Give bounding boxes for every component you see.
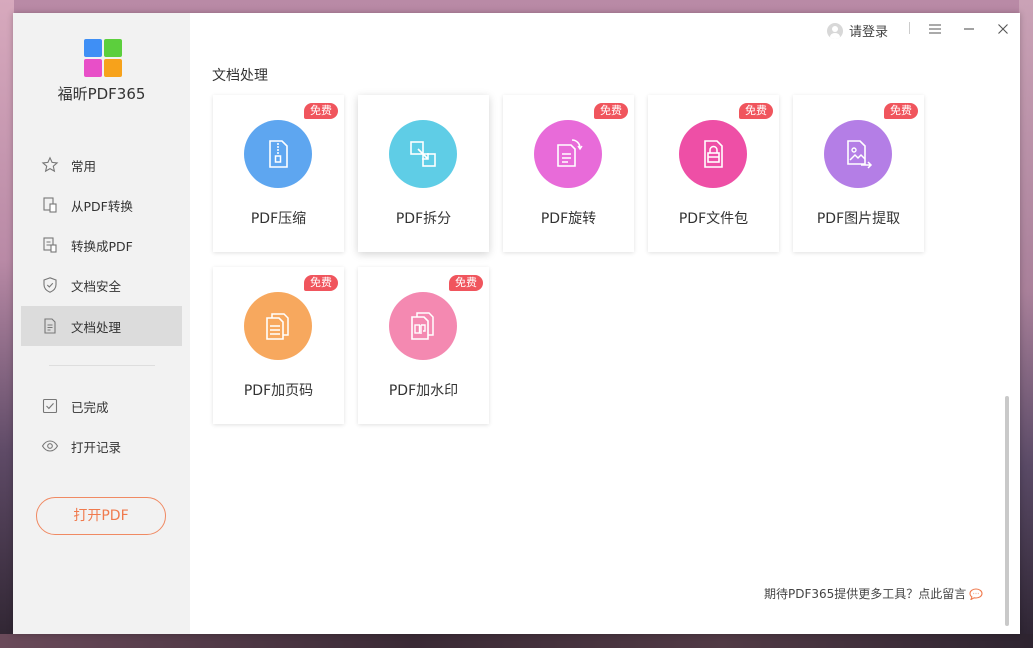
app-name: 福昕PDF365 bbox=[57, 85, 146, 103]
sidebar-item-label: 文档安全 bbox=[71, 278, 122, 294]
tool-label: PDF加水印 bbox=[388, 383, 459, 399]
desktop-background-bottom bbox=[0, 634, 1033, 648]
menu-icon[interactable] bbox=[924, 18, 946, 40]
watermark-icon bbox=[389, 292, 457, 360]
sidebar-item-doc-processing[interactable]: 文档处理 bbox=[21, 306, 182, 346]
image-extract-icon bbox=[824, 120, 892, 188]
from-pdf-icon bbox=[41, 196, 59, 214]
free-badge: 免费 bbox=[739, 103, 773, 119]
avatar-icon bbox=[827, 22, 843, 39]
split-icon bbox=[389, 120, 457, 188]
package-icon bbox=[679, 120, 747, 188]
title-bar: 请登录 bbox=[190, 13, 1020, 47]
sidebar-divider bbox=[49, 365, 155, 366]
document-icon bbox=[41, 317, 59, 335]
sidebar-item-security[interactable]: 文档安全 bbox=[21, 265, 182, 305]
login-label: 请登录 bbox=[849, 25, 889, 40]
app-logo-icon bbox=[84, 39, 122, 77]
tool-card-compress[interactable]: 免费 PDF压缩 bbox=[213, 95, 344, 252]
free-badge: 免费 bbox=[304, 103, 338, 119]
sidebar-item-label: 从PDF转换 bbox=[71, 198, 133, 214]
login-button[interactable]: 请登录 bbox=[827, 21, 888, 40]
app-window: 福昕PDF365 常用 从PDF转换 转换成PDF 文档安全 文档处理 已完成 … bbox=[13, 13, 1020, 634]
tool-card-page-number[interactable]: 免费 PDF加页码 bbox=[213, 267, 344, 424]
to-pdf-icon bbox=[41, 236, 59, 254]
sidebar: 福昕PDF365 常用 从PDF转换 转换成PDF 文档安全 文档处理 已完成 … bbox=[13, 13, 190, 634]
tool-label: PDF文件包 bbox=[678, 211, 749, 227]
tool-card-package[interactable]: 免费 PDF文件包 bbox=[648, 95, 779, 252]
sidebar-item-label: 文档处理 bbox=[71, 319, 122, 335]
desktop-background-right bbox=[1019, 0, 1033, 648]
sidebar-item-label: 打开记录 bbox=[71, 439, 122, 455]
free-badge: 免费 bbox=[884, 103, 918, 119]
free-badge: 免费 bbox=[594, 103, 628, 119]
tool-label: PDF压缩 bbox=[250, 211, 307, 227]
tool-label: PDF旋转 bbox=[540, 211, 597, 227]
sidebar-item-label: 转换成PDF bbox=[71, 238, 133, 254]
eye-icon bbox=[41, 437, 59, 455]
rotate-doc-icon bbox=[534, 120, 602, 188]
tool-label: PDF拆分 bbox=[395, 211, 452, 227]
sidebar-item-common[interactable]: 常用 bbox=[21, 145, 182, 185]
page-number-icon bbox=[244, 292, 312, 360]
minimize-icon[interactable] bbox=[958, 18, 980, 40]
feedback-text: 期待PDF365提供更多工具？点此留言 bbox=[764, 587, 967, 601]
tool-label: PDF图片提取 bbox=[816, 211, 901, 227]
tool-card-rotate[interactable]: 免费 PDF旋转 bbox=[503, 95, 634, 252]
close-icon[interactable] bbox=[992, 18, 1014, 40]
checkbox-icon bbox=[41, 397, 59, 415]
tool-card-split[interactable]: PDF拆分 bbox=[358, 95, 489, 252]
shield-icon bbox=[41, 276, 59, 294]
free-badge: 免费 bbox=[304, 275, 338, 291]
feedback-link[interactable]: 期待PDF365提供更多工具？点此留言 bbox=[764, 585, 983, 602]
sidebar-item-label: 已完成 bbox=[71, 399, 109, 415]
sidebar-item-to-pdf[interactable]: 转换成PDF bbox=[21, 225, 182, 265]
titlebar-divider bbox=[909, 22, 910, 34]
free-badge: 免费 bbox=[449, 275, 483, 291]
desktop-background-left bbox=[0, 0, 14, 648]
sidebar-item-open-history[interactable]: 打开记录 bbox=[21, 426, 182, 466]
open-pdf-button[interactable]: 打开PDF bbox=[36, 497, 166, 535]
sidebar-item-label: 常用 bbox=[71, 158, 97, 174]
scrollbar[interactable] bbox=[1005, 396, 1009, 626]
sidebar-item-from-pdf[interactable]: 从PDF转换 bbox=[21, 185, 182, 225]
comment-icon bbox=[969, 587, 983, 600]
tool-card-watermark[interactable]: 免费 PDF加水印 bbox=[358, 267, 489, 424]
tool-card-image-extract[interactable]: 免费 PDF图片提取 bbox=[793, 95, 924, 252]
zip-file-icon bbox=[244, 120, 312, 188]
sidebar-item-completed[interactable]: 已完成 bbox=[21, 386, 182, 426]
tool-label: PDF加页码 bbox=[243, 383, 314, 399]
section-title: 文档处理 bbox=[212, 68, 268, 84]
star-icon bbox=[41, 156, 59, 174]
